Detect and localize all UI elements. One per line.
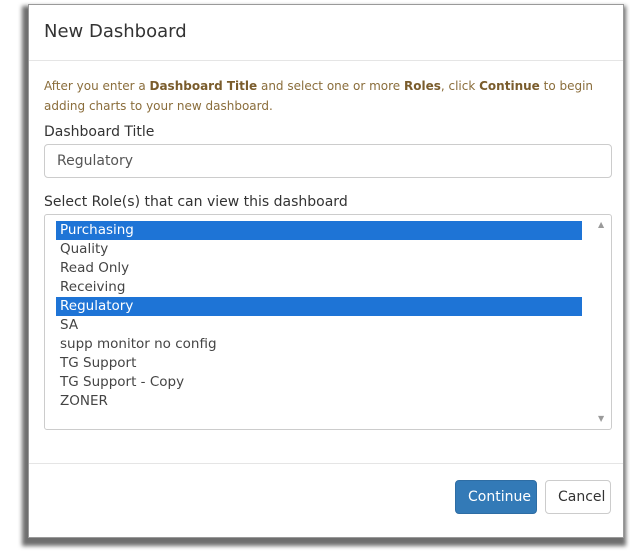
role-option-regulatory[interactable]: Regulatory	[56, 297, 582, 316]
role-option-tg-support-copy[interactable]: TG Support - Copy	[56, 373, 582, 392]
roles-label: Select Role(s) that can view this dashbo…	[44, 194, 348, 210]
dialog-body: After you enter a Dashboard Title and se…	[29, 61, 623, 430]
continue-button[interactable]: Continue	[455, 480, 537, 514]
scroll-down-arrow-icon[interactable]: ▼	[598, 415, 604, 423]
role-option-tg-support[interactable]: TG Support	[56, 354, 582, 373]
roles-listbox[interactable]: Purchasing Quality Read Only Receiving R…	[44, 214, 612, 430]
cancel-button[interactable]: Cancel	[545, 480, 611, 514]
scroll-up-arrow-icon[interactable]: ▲	[598, 221, 604, 229]
instructions-bold-dashboard-title: Dashboard Title	[149, 79, 258, 93]
role-option-sa[interactable]: SA	[56, 316, 582, 335]
instructions-part-3: , click	[440, 79, 480, 93]
new-dashboard-dialog: New Dashboard After you enter a Dashboar…	[28, 4, 624, 538]
instructions-part-1: After you enter a	[44, 79, 150, 93]
instructions-text: After you enter a Dashboard Title and se…	[44, 76, 608, 116]
role-option-supp-monitor-no-config[interactable]: supp monitor no config	[56, 335, 582, 354]
role-option-purchasing[interactable]: Purchasing	[56, 221, 582, 240]
dashboard-title-input[interactable]	[44, 144, 612, 178]
role-option-zoner[interactable]: ZONER	[56, 392, 582, 411]
dialog-footer: Continue Cancel	[29, 463, 623, 537]
role-option-read-only[interactable]: Read Only	[56, 259, 582, 278]
dialog-header: New Dashboard	[29, 5, 623, 61]
instructions-part-2: and select one or more	[257, 79, 404, 93]
listbox-scrollbar[interactable]: ▲ ▼	[595, 217, 609, 427]
instructions-bold-continue: Continue	[479, 79, 540, 93]
dashboard-title-label: Dashboard Title	[44, 124, 155, 140]
dialog-title: New Dashboard	[44, 21, 187, 42]
instructions-bold-roles: Roles	[403, 79, 441, 93]
role-option-receiving[interactable]: Receiving	[56, 278, 582, 297]
role-option-quality[interactable]: Quality	[56, 240, 582, 259]
